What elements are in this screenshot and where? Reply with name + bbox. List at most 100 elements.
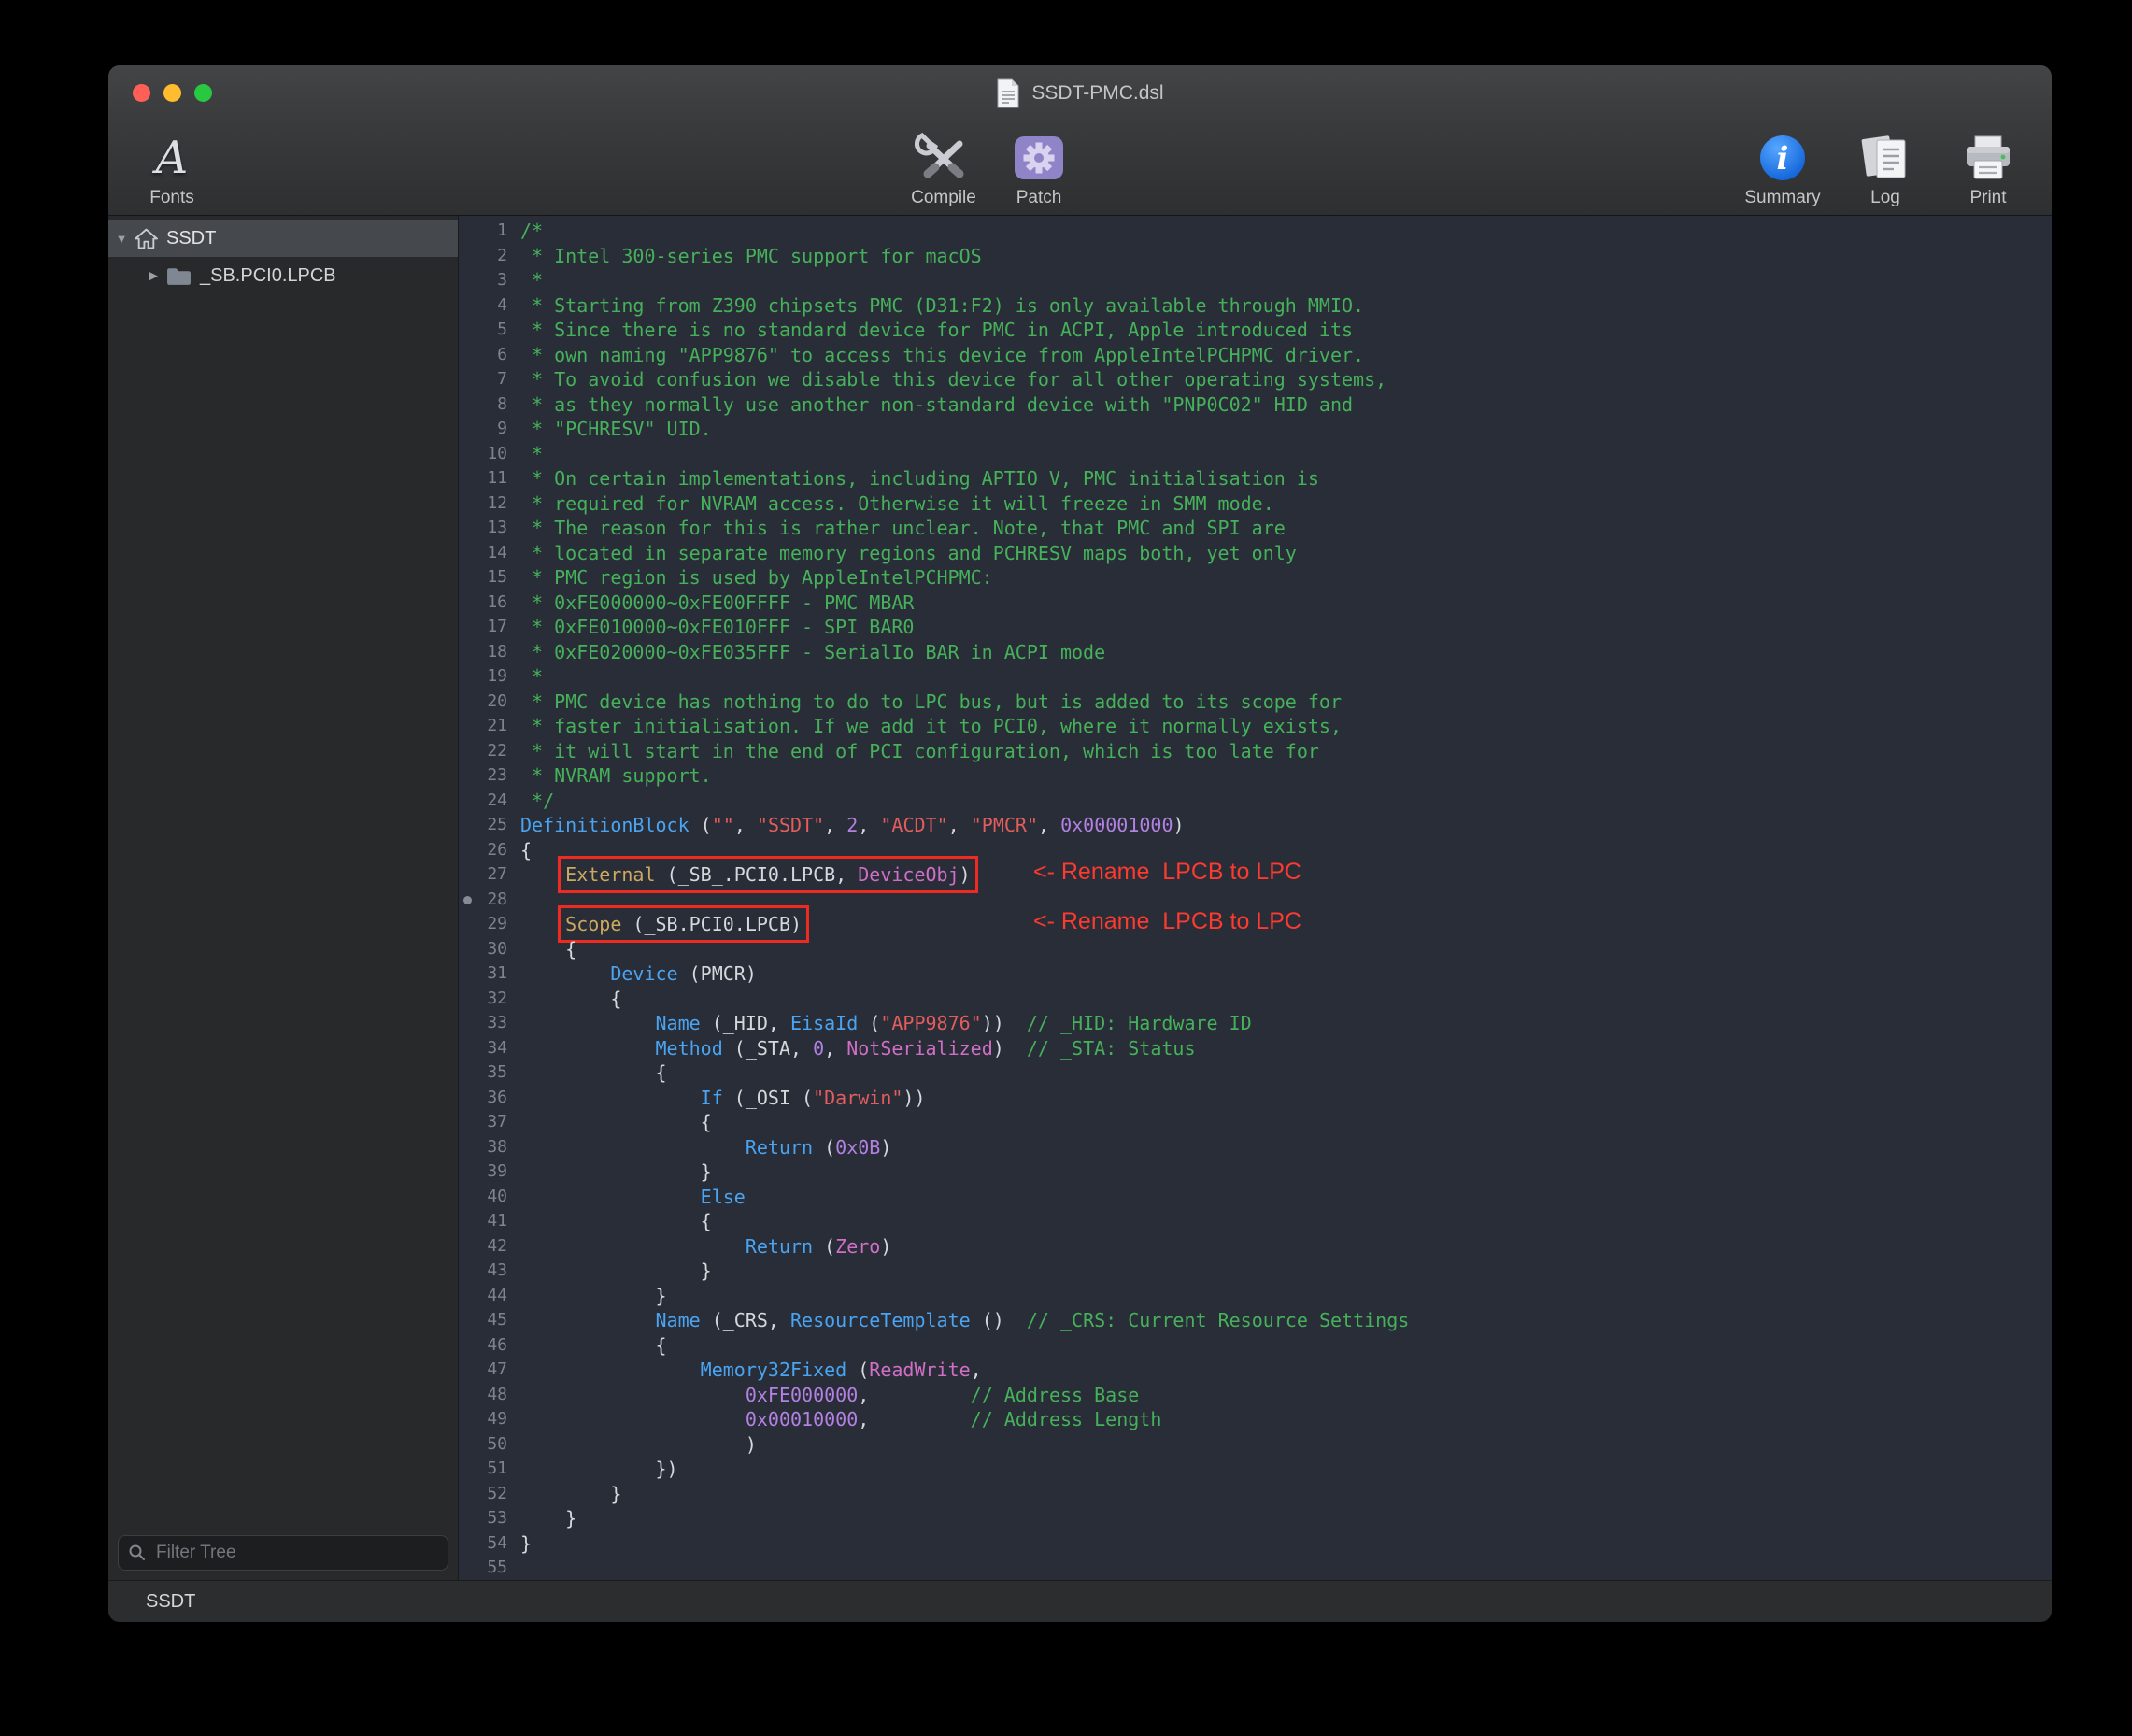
code-line: 25DefinitionBlock ("", "SSDT", 2, "ACDT"… [459, 813, 2052, 838]
code-line: 4 * Starting from Z390 chipsets PMC (D31… [459, 293, 2052, 319]
line-number: 25 [459, 813, 520, 838]
annotation-note: <- Rename LPCB to LPC [1033, 909, 1301, 934]
code-line: 36 If (_OSI ("Darwin")) [459, 1086, 2052, 1111]
navigator-path-item[interactable]: SSDT [146, 1591, 195, 1613]
code-line: 29 Scope (_SB.PCI0.LPCB) <- Rename LPCB t… [459, 912, 2052, 937]
code-line: 14 * located in separate memory regions … [459, 541, 2052, 566]
code-line: 15 * PMC region is used by AppleIntelPCH… [459, 565, 2052, 591]
line-number: 27 [459, 862, 520, 888]
code-line: 50 ) [459, 1432, 2052, 1458]
line-number: 33 [459, 1011, 520, 1036]
line-number: 51 [459, 1457, 520, 1482]
code-line: 48 0xFE000000, // Address Base [459, 1383, 2052, 1408]
line-number: 29 [459, 912, 520, 937]
sidebar: ▼ SSDT ▶ [108, 216, 459, 1580]
patch-button[interactable]: Patch [1000, 123, 1078, 209]
minimize-button[interactable] [163, 84, 181, 102]
line-number: 4 [459, 293, 520, 319]
tree-item-sb-pci0-lpcb[interactable]: ▶ _SB.PCI0.LPCB [108, 257, 458, 294]
titlebar[interactable]: SSDT-PMC.dsl [108, 65, 2052, 121]
code-line: 6 * own naming "APP9876" to access this … [459, 343, 2052, 368]
line-number: 47 [459, 1358, 520, 1383]
line-number: 16 [459, 591, 520, 616]
code-line: 3 * [459, 268, 2052, 293]
line-number: 31 [459, 961, 520, 987]
code-line: 49 0x00010000, // Address Length [459, 1407, 2052, 1432]
code-line: 32 { [459, 987, 2052, 1012]
line-number: 12 [459, 491, 520, 517]
log-pages-icon [1858, 129, 1912, 187]
line-number: 26 [459, 838, 520, 863]
line-number: 39 [459, 1160, 520, 1185]
code-line: 9 * "PCHRESV" UID. [459, 417, 2052, 442]
code-line: 17 * 0xFE010000~0xFE010FFF - SPI BAR0 [459, 615, 2052, 640]
line-number: 13 [459, 516, 520, 541]
line-number: 17 [459, 615, 520, 640]
code-editor[interactable]: 1/*2 * Intel 300-series PMC support for … [459, 216, 2052, 1580]
code-line: 19 * [459, 664, 2052, 690]
toolbar-center-group: Compile [904, 123, 1078, 209]
filter-tree-input[interactable] [154, 1542, 438, 1564]
code-line: 33 Name (_HID, EisaId ("APP9876")) // _H… [459, 1011, 2052, 1036]
code-line: 23 * NVRAM support. [459, 763, 2052, 789]
fonts-button[interactable]: A Fonts [133, 123, 211, 209]
code-line: 46 { [459, 1333, 2052, 1359]
code-line: 22 * it will start in the end of PCI con… [459, 739, 2052, 764]
printer-icon [1961, 129, 2015, 187]
print-label: Print [1969, 187, 2006, 209]
log-label: Log [1870, 187, 1900, 209]
search-icon [128, 1544, 147, 1562]
filter-tree-field[interactable] [118, 1535, 448, 1571]
tree-item-ssdt[interactable]: ▼ SSDT [108, 220, 458, 257]
annotation-red-box: External (_SB_.PCI0.LPCB, DeviceObj) [565, 863, 971, 886]
log-button[interactable]: Log [1846, 123, 1925, 209]
code-line: 37 { [459, 1110, 2052, 1135]
tree-item-label: SSDT [166, 228, 216, 249]
line-number: 20 [459, 690, 520, 715]
summary-button[interactable]: i Summary [1743, 123, 1822, 209]
chevron-down-icon[interactable]: ▼ [108, 232, 135, 246]
summary-label: Summary [1744, 187, 1820, 209]
line-number: 42 [459, 1234, 520, 1259]
code-line: 1/* [459, 219, 2052, 244]
code-line: 42 Return (Zero) [459, 1234, 2052, 1259]
toolbar: A Fonts [108, 121, 2052, 216]
code-line: 44 } [459, 1284, 2052, 1309]
annotation-red-box: Scope (_SB.PCI0.LPCB) [565, 913, 802, 935]
code-line: 47 Memory32Fixed (ReadWrite, [459, 1358, 2052, 1383]
line-number: 18 [459, 640, 520, 665]
line-number: 46 [459, 1333, 520, 1359]
code-area: 1/*2 * Intel 300-series PMC support for … [459, 219, 2052, 1580]
code-line: 27 External (_SB_.PCI0.LPCB, DeviceObj) <… [459, 862, 2052, 888]
annotation-note: <- Rename LPCB to LPC [1033, 860, 1301, 885]
line-number: 55 [459, 1556, 520, 1580]
close-button[interactable] [133, 84, 150, 102]
code-line: 18 * 0xFE020000~0xFE035FFF - SerialIo BA… [459, 640, 2052, 665]
code-line: 45 Name (_CRS, ResourceTemplate () // _C… [459, 1308, 2052, 1333]
compile-tools-icon [915, 129, 973, 187]
line-number: 44 [459, 1284, 520, 1309]
line-number: 6 [459, 343, 520, 368]
code-line: 52 } [459, 1482, 2052, 1507]
chevron-right-icon[interactable]: ▶ [140, 268, 166, 283]
code-line: 24 */ [459, 789, 2052, 814]
line-number: 10 [459, 442, 520, 467]
print-button[interactable]: Print [1949, 123, 2027, 209]
code-line: 16 * 0xFE000000~0xFE00FFFF - PMC MBAR [459, 591, 2052, 616]
line-number: 54 [459, 1531, 520, 1557]
compile-button[interactable]: Compile [904, 123, 983, 209]
line-number: 9 [459, 417, 520, 442]
toolbar-right-group: i Summary [1743, 123, 2027, 209]
line-number: 14 [459, 541, 520, 566]
line-number: 41 [459, 1209, 520, 1234]
line-number: 53 [459, 1506, 520, 1531]
zoom-button[interactable] [194, 84, 212, 102]
code-line: 35 { [459, 1060, 2052, 1086]
line-number: 49 [459, 1407, 520, 1432]
code-line: 41 { [459, 1209, 2052, 1234]
line-number: 23 [459, 763, 520, 789]
code-line: 13 * The reason for this is rather uncle… [459, 516, 2052, 541]
acpi-tree: ▼ SSDT ▶ [108, 216, 458, 1528]
line-number: 50 [459, 1432, 520, 1458]
line-number: 37 [459, 1110, 520, 1135]
